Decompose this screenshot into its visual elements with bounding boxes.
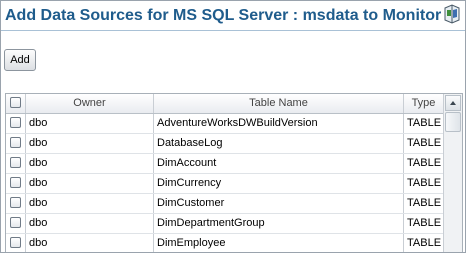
row-checkbox[interactable] (10, 217, 21, 228)
type-cell: TABLE (407, 217, 442, 229)
row-checkbox[interactable] (10, 237, 21, 248)
type-cell: TABLE (407, 117, 442, 129)
row-checkbox-cell (6, 114, 26, 133)
table-name-cell: AdventureWorksDWBuildVersion (154, 114, 404, 133)
table-row[interactable]: dbo DimAccount TABLE (6, 154, 443, 174)
row-checkbox[interactable] (10, 177, 21, 188)
type-cell: TABLE (407, 157, 442, 169)
owner-cell: dbo (26, 214, 154, 233)
scroll-thumb[interactable] (445, 112, 461, 132)
row-checkbox[interactable] (10, 137, 21, 148)
table-name-cell: DimDepartmentGroup (154, 214, 404, 233)
header-divider (1, 30, 465, 31)
table-header: Owner Table Name Type (6, 94, 443, 114)
type-cell: TABLE (407, 237, 442, 249)
column-header-owner[interactable]: Owner (26, 94, 154, 113)
table-row[interactable]: dbo DimDepartmentGroup TABLE (6, 214, 443, 234)
scroll-up-button[interactable] (445, 95, 461, 111)
table-row[interactable]: dbo DimCustomer TABLE (6, 194, 443, 214)
owner-cell: dbo (26, 114, 154, 133)
table-row[interactable]: dbo DimEmployee TABLE (6, 234, 443, 252)
table-name-cell: DimCurrency (154, 174, 404, 193)
table-name-cell: DimEmployee (154, 234, 404, 252)
row-checkbox[interactable] (10, 157, 21, 168)
select-all-cell (6, 94, 26, 113)
arrow-up-icon (450, 101, 456, 105)
help-book-icon[interactable] (442, 4, 462, 24)
table-row[interactable]: dbo AdventureWorksDWBuildVersion TABLE (6, 114, 443, 134)
table-name-cell: DatabaseLog (154, 134, 404, 153)
data-source-table: Owner Table Name Type dbo AdventureWorks… (5, 93, 463, 252)
type-cell: TABLE (407, 197, 442, 209)
vertical-scrollbar[interactable] (443, 94, 462, 252)
owner-cell: dbo (26, 174, 154, 193)
row-checkbox-cell (6, 214, 26, 233)
select-all-checkbox[interactable] (10, 97, 21, 108)
row-checkbox-cell (6, 134, 26, 153)
table-name-cell: DimAccount (154, 154, 404, 173)
owner-cell: dbo (26, 194, 154, 213)
row-checkbox-cell (6, 194, 26, 213)
page-title: Add Data Sources for MS SQL Server : msd… (5, 7, 442, 24)
column-header-type[interactable]: Type (404, 94, 443, 113)
row-checkbox-cell (6, 174, 26, 193)
add-button[interactable]: Add (4, 49, 36, 71)
table-name-cell: DimCustomer (154, 194, 404, 213)
type-cell: TABLE (407, 137, 442, 149)
table-row[interactable]: dbo DatabaseLog TABLE (6, 134, 443, 154)
table-row[interactable]: dbo DimCurrency TABLE (6, 174, 443, 194)
owner-cell: dbo (26, 154, 154, 173)
column-header-table-name[interactable]: Table Name (154, 94, 404, 113)
row-checkbox[interactable] (10, 197, 21, 208)
row-checkbox-cell (6, 234, 26, 252)
row-checkbox[interactable] (10, 117, 21, 128)
row-checkbox-cell (6, 154, 26, 173)
owner-cell: dbo (26, 134, 154, 153)
owner-cell: dbo (26, 234, 154, 252)
type-cell: TABLE (407, 177, 442, 189)
dialog-panel: Add Data Sources for MS SQL Server : msd… (0, 0, 466, 253)
